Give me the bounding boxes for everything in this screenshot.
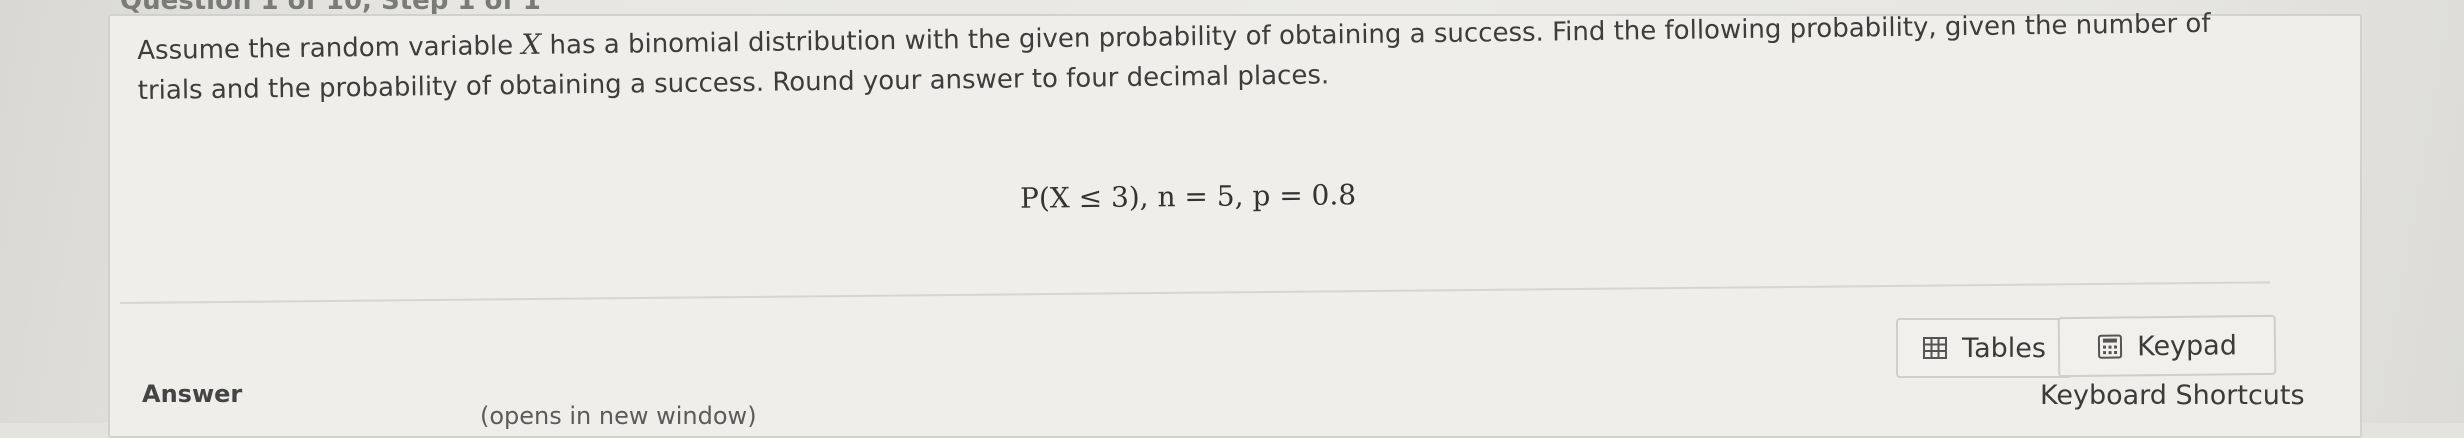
probability-formula: P(X ≤ 3), n = 5, p = 0.8 <box>1019 178 1357 215</box>
page-background: Question 1 of 10, Step 1 of 1 Assume the… <box>0 0 2464 438</box>
keypad-button[interactable]: Keypad <box>2057 314 2277 378</box>
keyboard-shortcuts-link[interactable]: Keyboard Shortcuts <box>2040 380 2305 411</box>
tables-button-label: Tables <box>1962 332 2046 364</box>
random-variable: X <box>521 27 542 61</box>
open-new-window-link[interactable]: (opens in new window) <box>480 402 757 430</box>
keypad-button-label: Keypad <box>2136 329 2238 362</box>
table-grid-icon <box>1922 335 1948 361</box>
prompt-text-start: Assume the random variable <box>137 30 522 66</box>
calculator-icon <box>2097 333 2123 359</box>
answer-label: Answer <box>142 380 243 408</box>
tables-button[interactable]: Tables <box>1896 318 2072 378</box>
